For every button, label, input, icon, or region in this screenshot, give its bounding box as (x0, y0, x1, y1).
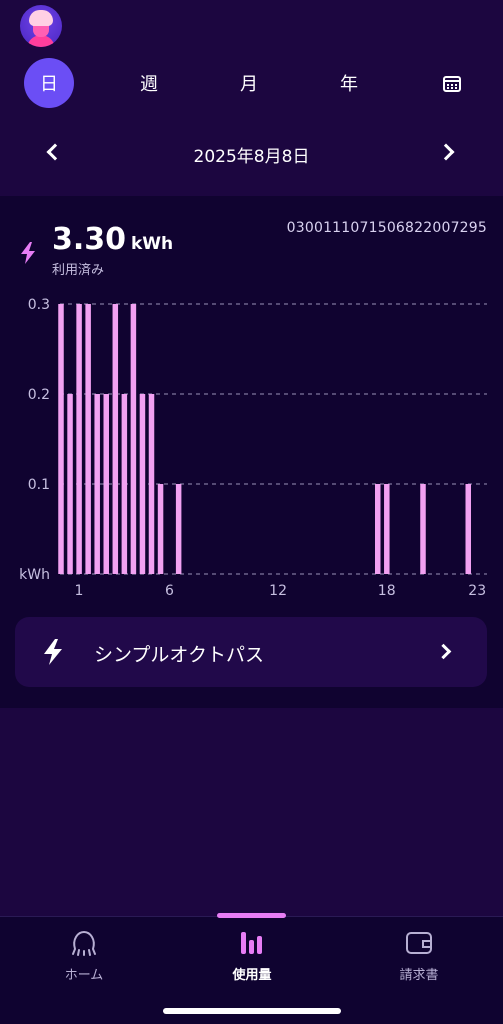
x-tick-label: 12 (269, 583, 287, 599)
usage-bar[interactable] (384, 484, 390, 574)
usage-bar[interactable] (121, 394, 128, 574)
usage-bar[interactable] (375, 484, 381, 574)
x-tick-label: 18 (378, 583, 396, 599)
usage-bar[interactable] (420, 484, 426, 574)
usage-bar[interactable] (465, 484, 472, 574)
lightning-bolt-icon (44, 639, 62, 665)
usage-bar[interactable] (148, 394, 155, 574)
usage-bar[interactable] (67, 394, 73, 574)
y-tick-label: kWh (19, 567, 50, 583)
usage-bar[interactable] (157, 484, 164, 574)
usage-bar[interactable] (76, 304, 82, 574)
total-usage-value: 3.30 (52, 222, 127, 257)
nav-home-label: ホーム (64, 968, 104, 983)
tab-month[interactable]: 月 (224, 58, 274, 108)
calendar-icon[interactable] (443, 76, 461, 92)
usage-bar[interactable] (139, 394, 146, 574)
x-tick-label: 23 (468, 583, 486, 599)
nav-bills[interactable]: 請求書 (335, 917, 503, 987)
usage-bar[interactable] (175, 484, 182, 574)
used-label: 利用済み (52, 263, 105, 278)
total-usage-unit: kWh (131, 234, 174, 254)
period-tabs: 日 週 月 年 (0, 58, 503, 108)
tariff-card[interactable]: シンプルオクトパス (15, 617, 487, 687)
current-date: 2025年8月8日 (193, 147, 310, 167)
usage-bar[interactable] (85, 304, 91, 574)
usage-bar[interactable] (130, 304, 137, 574)
nav-usage[interactable]: 使用量 (168, 917, 336, 987)
wallet-icon (406, 932, 432, 954)
bar-chart-icon (241, 932, 262, 954)
x-tick-label: 1 (75, 583, 84, 599)
nav-bills-label: 請求書 (399, 968, 439, 983)
lightning-bolt-icon (21, 242, 35, 264)
usage-bar-chart: 0.3 0.2 0.1 kWh 1 6 12 18 23 (19, 297, 487, 599)
chevron-right-icon (435, 643, 452, 660)
y-tick-label: 0.3 (28, 297, 50, 313)
tariff-name: シンプルオクトパス (94, 644, 265, 666)
usage-bar[interactable] (58, 304, 64, 574)
y-tick-label: 0.2 (28, 387, 50, 403)
nav-home[interactable]: ホーム (0, 917, 168, 987)
usage-bar[interactable] (103, 394, 110, 574)
nav-usage-label: 使用量 (232, 968, 272, 983)
date-navigator: 2025年8月8日 (0, 134, 503, 174)
octopus-icon (72, 930, 96, 956)
tab-week[interactable]: 週 (124, 58, 174, 108)
home-indicator (163, 1008, 341, 1014)
meter-id: 0300111071506822007295 (286, 220, 487, 236)
x-tick-label: 6 (165, 583, 174, 599)
tab-year[interactable]: 年 (324, 58, 374, 108)
tab-day[interactable]: 日 (24, 58, 74, 108)
y-tick-label: 0.1 (28, 477, 50, 493)
avatar[interactable] (20, 5, 62, 47)
usage-bar[interactable] (112, 304, 119, 574)
usage-bar[interactable] (94, 394, 100, 574)
avatar-hair (29, 10, 53, 26)
